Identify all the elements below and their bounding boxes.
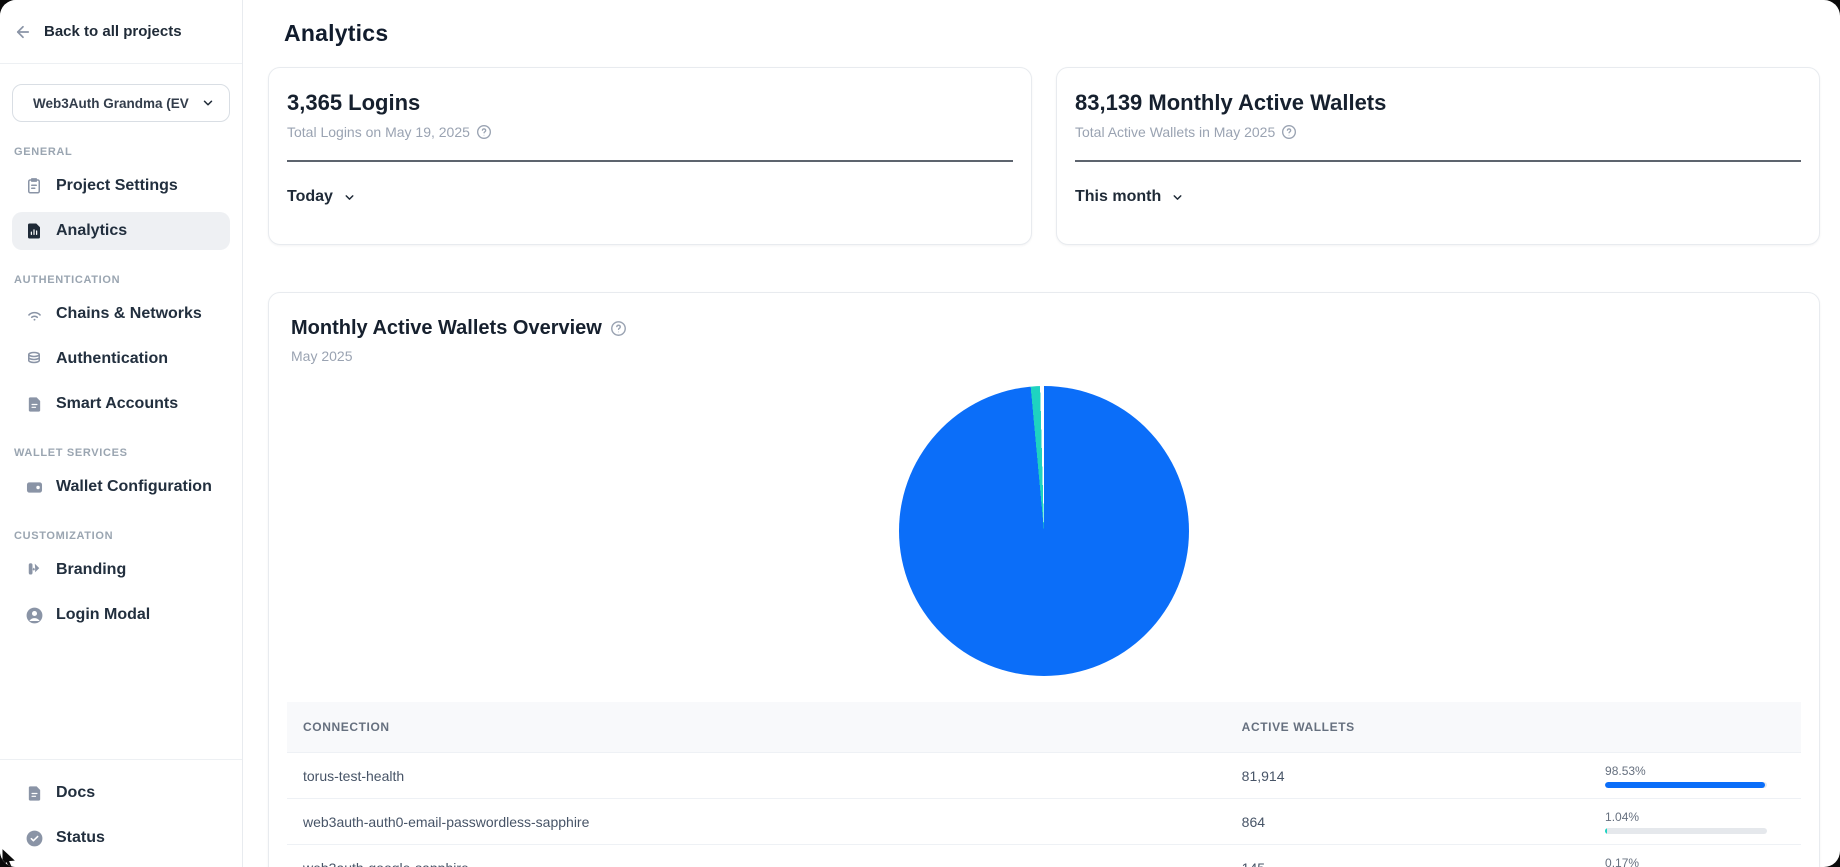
table-row: web3auth-google-sapphire 145 0.17% [287,845,1801,867]
sidebar-item-wallet-configuration[interactable]: Wallet Configuration [12,468,230,506]
project-selector-dropdown[interactable]: Web3Auth Grandma (EV [12,84,230,122]
help-circle-icon[interactable] [610,320,627,337]
back-to-projects-label: Back to all projects [44,23,182,40]
percent-bar-track [1605,782,1767,788]
active-wallets-stat-subtitle: Total Active Wallets in May 2025 [1075,124,1275,140]
connection-cell: torus-test-health [287,753,1226,799]
analytics-doc-icon [24,221,44,241]
sidebar-item-label: Wallet Configuration [56,478,212,496]
brush-icon [24,560,44,580]
column-header-active-wallets: ACTIVE WALLETS [1226,702,1589,753]
section-label-wallet-services: WALLET SERVICES [14,447,230,459]
sidebar-item-label: Docs [56,784,95,802]
sidebar-item-login-modal[interactable]: Login Modal [12,596,230,634]
sidebar-item-docs[interactable]: Docs [12,774,230,812]
table-row: torus-test-health 81,914 98.53% [287,753,1801,799]
sidebar-item-label: Smart Accounts [56,395,178,413]
arrow-left-icon [14,23,32,41]
sidebar-item-label: Authentication [56,350,168,368]
project-selector-value: Web3Auth Grandma (EV [33,96,189,111]
sidebar-item-label: Analytics [56,222,127,240]
percent-label: 98.53% [1605,764,1785,778]
database-icon [24,349,44,369]
mouse-cursor [0,847,20,867]
percent-label: 1.04% [1605,810,1785,824]
percent-bar-fill [1605,782,1765,788]
sidebar-item-branding[interactable]: Branding [12,551,230,589]
chevron-down-icon [1171,191,1184,204]
section-label-general: GENERAL [14,146,230,158]
sidebar-item-authentication[interactable]: Authentication [12,340,230,378]
active-wallets-cell: 81,914 [1226,753,1589,799]
wifi-icon [24,304,44,324]
sidebar-item-label: Branding [56,561,126,579]
sidebar-item-chains-networks[interactable]: Chains & Networks [12,295,230,333]
user-circle-icon [24,605,44,625]
back-to-projects-button[interactable]: Back to all projects [0,0,242,64]
connections-table: CONNECTION ACTIVE WALLETS torus-test-hea… [287,702,1801,867]
clipboard-icon [24,176,44,196]
mau-overview-title: Monthly Active Wallets Overview [291,317,602,340]
active-wallets-cell: 145 [1226,845,1589,867]
app-window: Back to all projects Web3Auth Grandma (E… [0,0,1840,867]
stat-cards-row: 3,365 Logins Total Logins on May 19, 202… [268,67,1820,245]
sidebar-item-analytics[interactable]: Analytics [12,212,230,250]
file-icon [24,394,44,414]
check-circle-icon [24,828,44,848]
wallet-icon [24,477,44,497]
help-circle-icon[interactable] [1281,124,1297,140]
active-wallets-stat-card: 83,139 Monthly Active Wallets Total Acti… [1056,67,1820,245]
sidebar-item-label: Login Modal [56,606,150,624]
connection-cell: web3auth-google-sapphire [287,845,1226,867]
sidebar-footer: Docs Status [0,759,242,867]
table-row: web3auth-auth0-email-passwordless-sapphi… [287,799,1801,845]
mau-overview-card: Monthly Active Wallets Overview May 2025… [268,292,1820,867]
file-icon [24,783,44,803]
mau-overview-subtitle: May 2025 [291,348,1801,364]
logins-stat-card: 3,365 Logins Total Logins on May 19, 202… [268,67,1032,245]
percent-cell: 0.17% [1589,845,1801,867]
main-content: Analytics 3,365 Logins Total Logins on M… [243,0,1840,867]
percent-cell: 1.04% [1589,799,1801,845]
percent-bar-fill [1605,828,1607,834]
stat-card-divider [1075,160,1801,162]
percent-cell: 98.53% [1589,753,1801,799]
column-header-percent [1589,702,1801,753]
percent-bar-track [1605,828,1767,834]
column-header-connection: CONNECTION [287,702,1226,753]
active-wallets-range-dropdown[interactable]: This month [1075,188,1184,206]
section-label-customization: CUSTOMIZATION [14,530,230,542]
section-label-authentication: AUTHENTICATION [14,274,230,286]
sidebar-item-label: Status [56,829,105,847]
logins-range-value: Today [287,188,333,206]
logins-stat-subtitle: Total Logins on May 19, 2025 [287,124,470,140]
sidebar-item-label: Chains & Networks [56,305,202,323]
sidebar-item-smart-accounts[interactable]: Smart Accounts [12,385,230,423]
connection-cell: web3auth-auth0-email-passwordless-sapphi… [287,799,1226,845]
page-title: Analytics [284,20,1820,47]
mau-pie-chart[interactable] [899,386,1189,676]
sidebar-item-status[interactable]: Status [12,819,230,857]
table-header-row: CONNECTION ACTIVE WALLETS [287,702,1801,753]
logins-stat-title: 3,365 Logins [287,90,1013,116]
logins-range-dropdown[interactable]: Today [287,188,356,206]
percent-label: 0.17% [1605,856,1785,867]
chevron-down-icon [343,191,356,204]
sidebar-item-project-settings[interactable]: Project Settings [12,167,230,205]
stat-card-divider [287,160,1013,162]
sidebar: Back to all projects Web3Auth Grandma (E… [0,0,243,867]
help-circle-icon[interactable] [476,124,492,140]
active-wallets-cell: 864 [1226,799,1589,845]
sidebar-item-label: Project Settings [56,177,178,195]
active-wallets-stat-title: 83,139 Monthly Active Wallets [1075,90,1801,116]
active-wallets-range-value: This month [1075,188,1161,206]
chevron-down-icon [201,96,215,110]
